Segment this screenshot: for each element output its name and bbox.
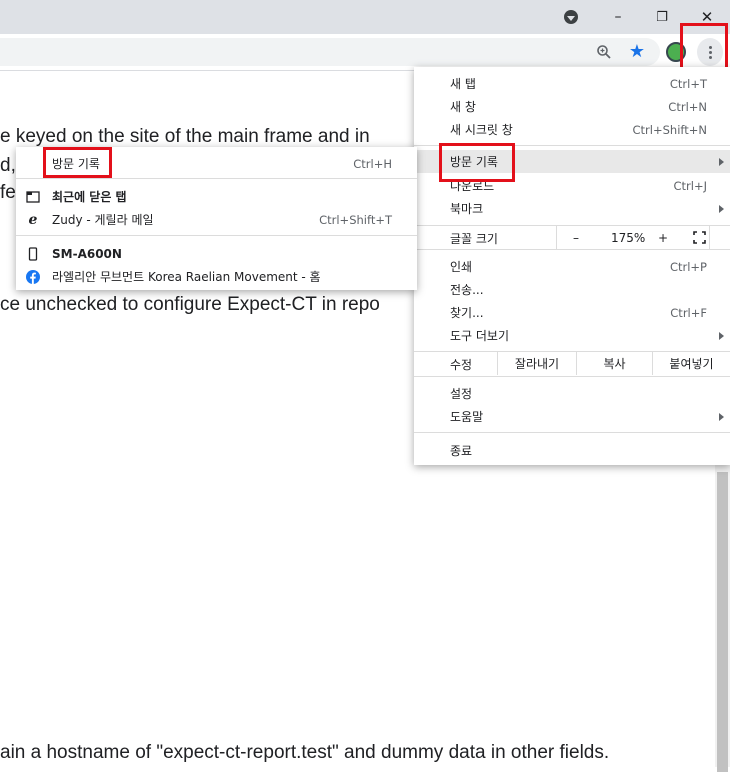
- content-line-3: fe: [0, 182, 16, 203]
- submenu-item-recently-closed: 최근에 닫은 탭: [16, 185, 417, 208]
- profile-dropdown-icon[interactable]: [548, 0, 594, 34]
- zoom-value: 175%: [611, 230, 646, 245]
- menu-item-label: 찾기...: [450, 306, 484, 320]
- bookmark-star-icon[interactable]: ★: [627, 42, 647, 62]
- menu-item-new-window[interactable]: 새 창 Ctrl+N: [414, 95, 730, 118]
- zoom-label: 글꼴 크기: [450, 232, 498, 246]
- submenu-item-label: 방문 기록: [52, 157, 100, 171]
- menu-item-label: 북마크: [450, 202, 484, 216]
- menu-item-label: 방문 기록: [450, 155, 498, 169]
- chevron-right-icon: [719, 413, 724, 421]
- menu-separator: [16, 178, 417, 179]
- address-bar[interactable]: [0, 38, 660, 66]
- copy-button[interactable]: 복사: [576, 352, 652, 375]
- menu-separator: [414, 376, 730, 377]
- menu-separator: [414, 145, 730, 146]
- edit-label: 수정: [450, 358, 473, 372]
- menu-item-settings[interactable]: 설정: [414, 382, 730, 405]
- menu-item-downloads[interactable]: 다운로드 Ctrl+J: [414, 174, 730, 197]
- menu-item-new-tab[interactable]: 새 탭 Ctrl+T: [414, 72, 730, 95]
- menu-separator: [414, 249, 730, 250]
- submenu-item-label: 최근에 닫은 탭: [52, 190, 127, 204]
- paste-button[interactable]: 붙여넣기: [652, 352, 730, 375]
- menu-item-label: 새 창: [450, 100, 476, 114]
- zoom-row: 글꼴 크기 – 175% +: [414, 226, 730, 249]
- more-menu-button[interactable]: [697, 38, 723, 66]
- menu-item-shortcut: Ctrl+N: [668, 99, 707, 114]
- restore-button[interactable]: ❐: [639, 0, 685, 34]
- phone-icon: [28, 246, 38, 261]
- scrollbar[interactable]: [715, 462, 730, 772]
- menu-separator: [16, 235, 417, 236]
- menu-item-label: 전송...: [450, 283, 484, 297]
- menu-item-label: 종료: [450, 444, 473, 458]
- scroll-thumb[interactable]: [717, 472, 728, 772]
- content-line-2: d,: [0, 155, 16, 176]
- zoom-icon[interactable]: [596, 44, 612, 60]
- title-bar: – ❐ ✕: [0, 0, 730, 34]
- menu-item-label: 다운로드: [450, 179, 495, 193]
- menu-item-shortcut: Ctrl+Shift+N: [632, 122, 707, 137]
- zoom-out-button[interactable]: –: [573, 231, 579, 245]
- menu-item-shortcut: Ctrl+F: [670, 305, 707, 320]
- menu-item-label: 인쇄: [450, 260, 473, 274]
- submenu-item-shortcut: Ctrl+H: [353, 156, 392, 171]
- submenu-item-zudy[interactable]: e Zudy - 게릴라 메일 Ctrl+Shift+T: [16, 208, 417, 231]
- chevron-right-icon: [719, 205, 724, 213]
- avatar[interactable]: [666, 42, 686, 62]
- menu-item-exit[interactable]: 종료: [414, 439, 730, 462]
- menu-item-help[interactable]: 도움말: [414, 405, 730, 428]
- fullscreen-icon[interactable]: [693, 231, 706, 244]
- close-button[interactable]: ✕: [684, 0, 730, 34]
- facebook-icon: [26, 269, 40, 284]
- menu-item-label: 도구 더보기: [450, 329, 510, 343]
- zudy-favicon-icon: e: [28, 211, 38, 228]
- menu-item-print[interactable]: 인쇄 Ctrl+P: [414, 255, 730, 278]
- menu-item-label: 설정: [450, 387, 473, 401]
- zoom-controls: – 175% +: [556, 226, 710, 249]
- minimize-button[interactable]: –: [595, 0, 641, 34]
- submenu-item-shortcut: Ctrl+Shift+T: [319, 212, 392, 227]
- tab-icon: [26, 190, 40, 203]
- chevron-right-icon: [719, 332, 724, 340]
- menu-item-more-tools[interactable]: 도구 더보기: [414, 324, 730, 347]
- menu-separator: [414, 432, 730, 433]
- menu-item-find[interactable]: 찾기... Ctrl+F: [414, 301, 730, 324]
- menu-item-label: 새 시크릿 창: [450, 123, 513, 137]
- submenu-item-history[interactable]: 방문 기록 Ctrl+H: [16, 152, 417, 175]
- menu-item-bookmarks[interactable]: 북마크: [414, 197, 730, 220]
- menu-item-history[interactable]: 방문 기록: [414, 150, 730, 173]
- content-line-4: ce unchecked to configure Expect-CT in r…: [0, 294, 380, 315]
- menu-item-incognito[interactable]: 새 시크릿 창 Ctrl+Shift+N: [414, 118, 730, 141]
- menu-item-label: 새 탭: [450, 77, 476, 91]
- chevron-right-icon: [719, 158, 724, 166]
- submenu-item-device: SM-A600N: [16, 242, 417, 265]
- chrome-main-menu: 새 탭 Ctrl+T 새 창 Ctrl+N 새 시크릿 창 Ctrl+Shift…: [414, 67, 730, 465]
- content-line-1: e keyed on the site of the main frame an…: [0, 126, 370, 147]
- cut-button[interactable]: 잘라내기: [497, 352, 576, 375]
- menu-item-shortcut: Ctrl+P: [669, 259, 707, 274]
- history-submenu: 방문 기록 Ctrl+H 최근에 닫은 탭 e Zudy - 게릴라 메일 Ct…: [16, 147, 417, 290]
- submenu-item-label: 라엘리안 무브먼트 Korea Raelian Movement - 홈: [52, 270, 321, 284]
- zoom-in-button[interactable]: +: [658, 231, 668, 245]
- edit-row: 수정 잘라내기 복사 붙여넣기: [414, 352, 730, 375]
- menu-item-cast[interactable]: 전송...: [414, 278, 730, 301]
- submenu-item-label: SM-A600N: [52, 246, 122, 261]
- menu-item-shortcut: Ctrl+T: [669, 76, 707, 91]
- content-line-5: ain a hostname of "expect-ct-report.test…: [0, 742, 610, 763]
- menu-item-label: 도움말: [450, 410, 484, 424]
- menu-item-shortcut: Ctrl+J: [673, 178, 708, 193]
- submenu-item-facebook[interactable]: 라엘리안 무브먼트 Korea Raelian Movement - 홈: [16, 265, 417, 288]
- toolbar: ★: [0, 34, 730, 71]
- submenu-item-label: Zudy - 게릴라 메일: [52, 213, 154, 227]
